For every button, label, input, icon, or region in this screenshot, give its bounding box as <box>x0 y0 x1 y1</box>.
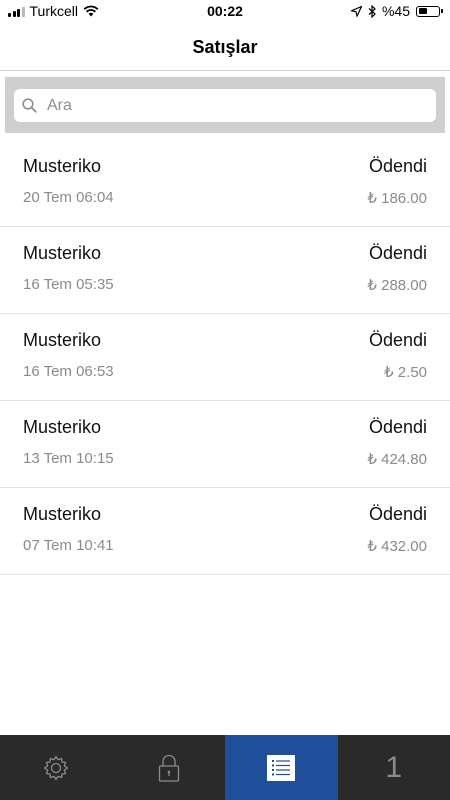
search-field[interactable] <box>14 89 436 122</box>
payment-status: Ödendi <box>368 243 427 263</box>
battery-percent: %45 <box>381 3 410 19</box>
customer-name: Musteriko <box>23 417 102 437</box>
sale-date: 07 Tem 10:41 <box>23 537 114 554</box>
tab-sales-list[interactable] <box>225 735 338 800</box>
sale-row[interactable]: Musteriko Ödendi 20 Tem 06:04 ₺ 186.00 <box>0 140 450 227</box>
sale-amount: ₺ 2.50 <box>384 364 427 381</box>
payment-status: Ödendi <box>368 504 427 524</box>
location-icon <box>350 5 362 17</box>
sale-date: 16 Tem 05:35 <box>23 276 114 293</box>
payment-status: Ödendi <box>368 330 427 350</box>
sale-date: 13 Tem 10:15 <box>23 450 114 467</box>
sale-date: 20 Tem 06:04 <box>23 189 114 206</box>
page-title: Satışlar <box>192 36 258 57</box>
navigation-bar: Satışlar <box>0 24 450 71</box>
tab-lock[interactable] <box>113 735 226 800</box>
bluetooth-icon <box>368 4 376 18</box>
customer-name: Musteriko <box>23 156 102 176</box>
sale-amount: ₺ 288.00 <box>367 277 427 294</box>
gear-icon <box>44 755 69 780</box>
payment-status: Ödendi <box>368 156 427 176</box>
sale-row[interactable]: Musteriko Ödendi 16 Tem 06:53 ₺ 2.50 <box>0 314 450 401</box>
sale-date: 16 Tem 06:53 <box>23 363 114 380</box>
sale-row[interactable]: Musteriko Ödendi 13 Tem 10:15 ₺ 424.80 <box>0 401 450 488</box>
lock-icon <box>158 754 179 782</box>
status-right: %45 <box>350 3 443 19</box>
battery-icon <box>416 5 443 17</box>
tab-count-label: 1 <box>385 750 403 784</box>
customer-name: Musteriko <box>23 504 102 524</box>
sale-amount: ₺ 424.80 <box>367 451 427 468</box>
tab-bar: 1 <box>0 735 450 800</box>
customer-name: Musteriko <box>23 243 102 263</box>
sale-amount: ₺ 186.00 <box>367 190 427 207</box>
sale-amount: ₺ 432.00 <box>367 538 427 555</box>
payment-status: Ödendi <box>368 417 427 437</box>
list-icon <box>267 754 296 781</box>
sales-list: Musteriko Ödendi 20 Tem 06:04 ₺ 186.00 M… <box>0 140 450 575</box>
tab-count[interactable]: 1 <box>338 735 450 800</box>
search-input[interactable] <box>45 95 409 116</box>
search-icon <box>22 98 37 113</box>
customer-name: Musteriko <box>23 330 102 350</box>
status-bar: Turkcell 00:22 %45 <box>0 0 450 24</box>
sale-row[interactable]: Musteriko Ödendi 16 Tem 05:35 ₺ 288.00 <box>0 227 450 314</box>
sale-row[interactable]: Musteriko Ödendi 07 Tem 10:41 ₺ 432.00 <box>0 488 450 575</box>
tab-settings[interactable] <box>0 735 113 800</box>
search-bar <box>5 77 445 133</box>
